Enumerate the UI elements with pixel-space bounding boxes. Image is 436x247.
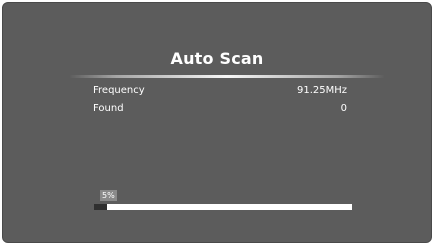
scan-progress-fill — [94, 204, 107, 210]
frequency-label: Frequency — [93, 85, 145, 96]
found-value: 0 — [340, 103, 347, 114]
progress-percent-badge: 5% — [100, 190, 117, 201]
auto-scan-screen: Auto Scan Frequency 91.25MHz Found 0 5% — [2, 2, 432, 243]
page-title: Auto Scan — [170, 49, 264, 68]
frequency-value: 91.25MHz — [296, 85, 347, 96]
title-divider — [69, 75, 385, 78]
found-row: Found 0 — [93, 103, 347, 117]
scan-progress-bar — [94, 204, 352, 210]
frequency-row: Frequency 91.25MHz — [93, 85, 347, 99]
found-label: Found — [93, 103, 124, 114]
